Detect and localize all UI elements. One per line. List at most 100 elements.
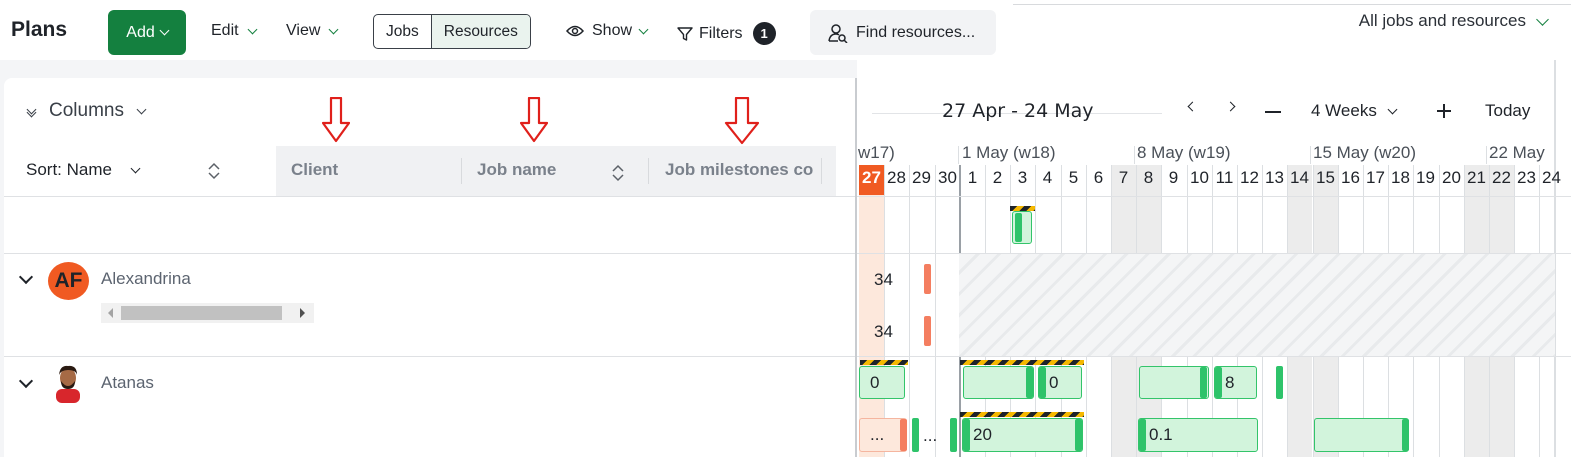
day-label[interactable]: 16	[1338, 168, 1363, 188]
job-block[interactable]	[1139, 366, 1209, 399]
resource-name[interactable]: Alexandrina	[101, 269, 191, 289]
scope-select[interactable]: All jobs and resources	[1359, 11, 1549, 31]
sort-label: Sort: Name	[26, 160, 112, 179]
day-label[interactable]: 27	[859, 168, 884, 188]
column-divider[interactable]	[461, 158, 462, 184]
scroll-left-arrow-icon[interactable]	[108, 308, 113, 318]
show-menu[interactable]: Show	[566, 22, 649, 40]
day-label[interactable]: 7	[1111, 168, 1136, 188]
day-label[interactable]: 28	[884, 168, 909, 188]
week-label: 15 May (w20)	[1313, 143, 1416, 162]
chevron-down-icon	[638, 24, 649, 34]
job-block-handle[interactable]	[1139, 419, 1146, 451]
add-button-label: Add	[126, 23, 155, 41]
job-block-value: 8	[1225, 372, 1235, 392]
find-resources-button[interactable]: Find resources...	[810, 10, 996, 55]
day-label[interactable]: 10	[1187, 168, 1212, 188]
column-header-job-milestones[interactable]: Job milestones co	[665, 160, 821, 180]
job-block-handle[interactable]	[1200, 367, 1207, 398]
chevron-down-icon	[130, 163, 141, 173]
job-block[interactable]	[963, 366, 1034, 399]
week-label: 1 May (w18)	[962, 143, 1056, 162]
day-label[interactable]: 3	[1010, 168, 1035, 188]
sort-order-icon[interactable]	[208, 162, 220, 180]
sort-order-icon[interactable]	[612, 164, 624, 182]
day-label[interactable]: 23	[1514, 168, 1539, 188]
day-label[interactable]: 12	[1237, 168, 1262, 188]
view-menu[interactable]: View	[286, 22, 339, 40]
job-block[interactable]: 0.1	[1138, 418, 1258, 452]
zoom-out-minus-icon[interactable]	[1265, 111, 1281, 113]
filters-label: Filters	[699, 24, 743, 42]
day-label[interactable]: 29	[909, 168, 934, 188]
job-block-handle[interactable]	[1402, 419, 1409, 451]
today-button[interactable]: Today	[1485, 101, 1530, 121]
week-label: 22 May	[1489, 143, 1545, 162]
job-block-value: ...	[870, 425, 885, 444]
job-block[interactable]: 20	[962, 418, 1083, 452]
day-label[interactable]: 18	[1388, 168, 1413, 188]
job-block-handle[interactable]	[1039, 367, 1046, 398]
job-block[interactable]	[1314, 418, 1409, 452]
edit-menu-label: Edit	[211, 22, 239, 39]
row-divider	[4, 253, 855, 254]
show-menu-label: Show	[592, 22, 633, 39]
job-block-handle[interactable]	[1075, 419, 1082, 451]
day-label[interactable]: 14	[1287, 168, 1312, 188]
day-label[interactable]: 13	[1262, 168, 1287, 188]
scrollbar-thumb[interactable]	[121, 306, 282, 320]
allocation-marker[interactable]	[900, 419, 907, 451]
job-block-handle[interactable]	[1215, 367, 1222, 398]
horizontal-scrollbar[interactable]	[101, 303, 314, 323]
collapse-all-icon[interactable]	[26, 104, 37, 118]
day-label[interactable]: 15	[1313, 168, 1338, 188]
day-label[interactable]: 22	[1489, 168, 1514, 188]
job-block-handle[interactable]	[912, 418, 919, 452]
day-label[interactable]: 30	[935, 168, 960, 188]
day-label[interactable]: 20	[1439, 168, 1464, 188]
day-label[interactable]: 6	[1086, 168, 1111, 188]
annotation-arrow-down-icon	[520, 97, 548, 143]
job-block-handle[interactable]	[1026, 367, 1033, 398]
row-divider	[4, 196, 855, 197]
range-select[interactable]: 4 Weeks	[1311, 101, 1398, 121]
chevron-right-icon	[1225, 101, 1236, 112]
job-block-handle[interactable]	[950, 418, 957, 452]
day-label[interactable]: 1	[960, 168, 985, 188]
column-divider[interactable]	[821, 158, 822, 184]
day-label[interactable]: 2	[985, 168, 1010, 188]
allocation-marker[interactable]	[924, 316, 931, 346]
next-period-button[interactable]	[1225, 101, 1236, 112]
day-label[interactable]: 5	[1061, 168, 1086, 188]
add-button[interactable]: Add	[108, 10, 186, 55]
day-label[interactable]: 19	[1413, 168, 1438, 188]
day-label[interactable]: 8	[1136, 168, 1161, 188]
day-label[interactable]: 4	[1035, 168, 1060, 188]
day-label[interactable]: 17	[1363, 168, 1388, 188]
toggle-jobs[interactable]: Jobs	[374, 15, 431, 48]
job-block[interactable]: 0	[859, 366, 905, 399]
column-header-client[interactable]: Client	[291, 160, 451, 180]
day-label[interactable]: 11	[1212, 168, 1237, 188]
columns-toggle[interactable]: Columns	[26, 100, 147, 122]
job-block-handle[interactable]	[963, 419, 970, 451]
job-block-handle[interactable]	[1015, 213, 1022, 242]
day-label[interactable]: 24	[1539, 168, 1564, 188]
job-block-handle[interactable]	[1276, 366, 1283, 399]
job-block-value: 0	[1049, 372, 1059, 392]
toggle-resources[interactable]: Resources	[430, 15, 530, 48]
column-divider[interactable]	[648, 158, 649, 184]
resource-name[interactable]: Atanas	[101, 373, 154, 393]
edit-menu[interactable]: Edit	[211, 22, 258, 40]
allocation-marker[interactable]	[924, 264, 931, 294]
zoom-in-plus-icon[interactable]	[1436, 103, 1452, 119]
avatar: AF	[48, 262, 89, 300]
previous-period-button[interactable]	[1187, 101, 1198, 112]
day-label[interactable]: 9	[1161, 168, 1186, 188]
day-label[interactable]: 21	[1464, 168, 1489, 188]
column-header-job-name[interactable]: Job name	[477, 160, 607, 180]
scroll-right-arrow-icon[interactable]	[300, 308, 305, 318]
filters-button[interactable]: Filters 1	[677, 22, 776, 45]
sort-select[interactable]: Sort: Name	[26, 160, 141, 180]
milestone-hazard-stripe	[960, 360, 1084, 365]
